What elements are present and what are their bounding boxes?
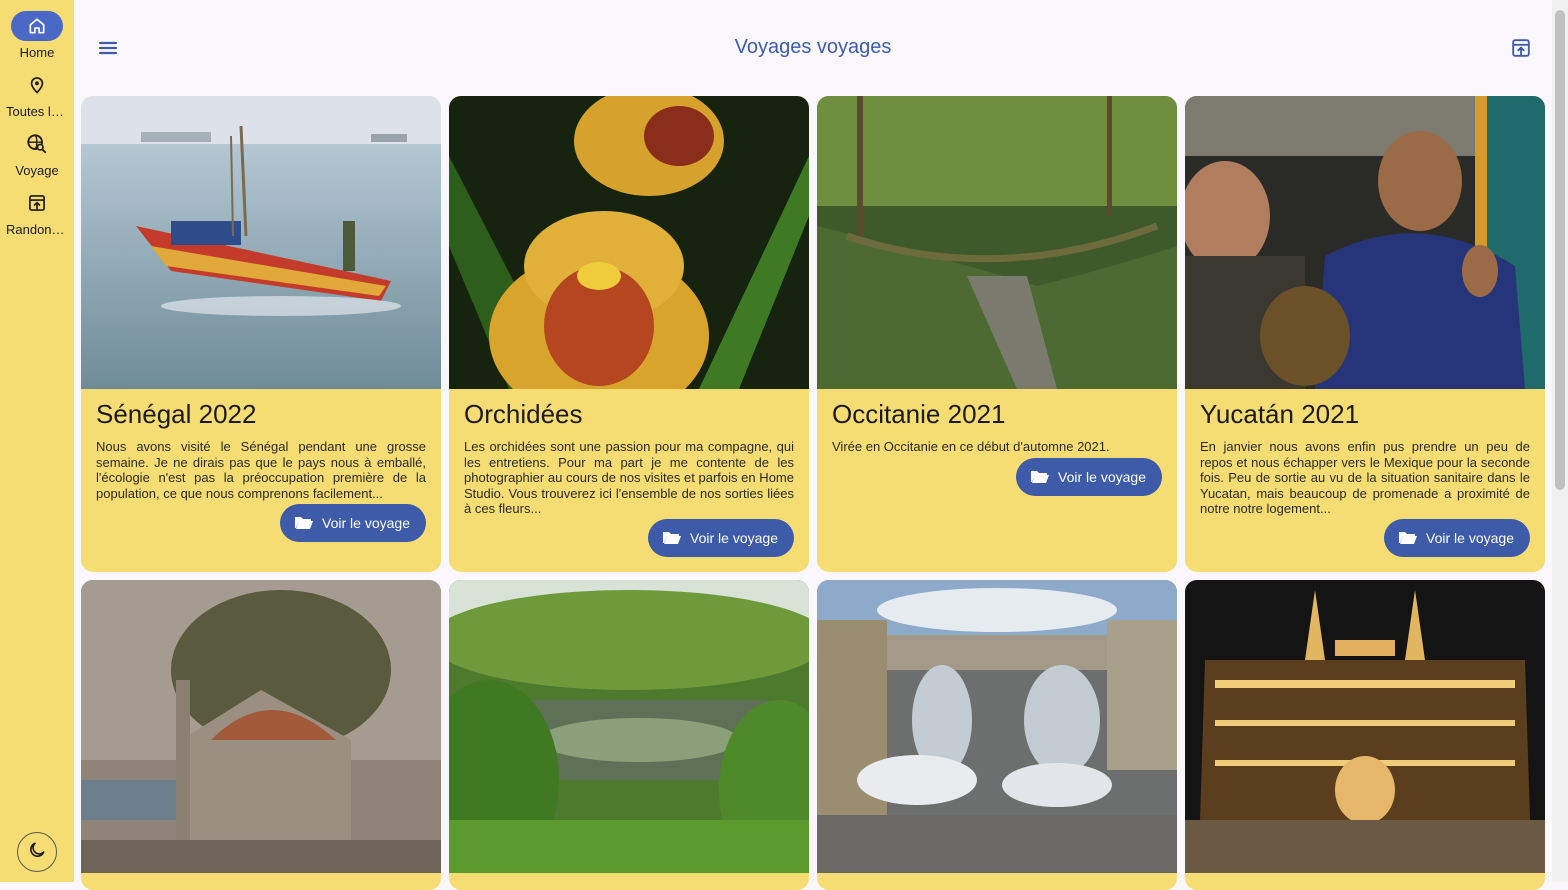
theme-toggle-button[interactable] — [17, 832, 57, 872]
folder-open-icon — [1030, 468, 1050, 487]
nav-label-destinations: Toutes les destinations — [6, 104, 74, 119]
scrollbar-thumb[interactable] — [1555, 10, 1565, 490]
view-trip-button[interactable]: Voir le voyage — [1384, 519, 1530, 557]
chapel-photo — [81, 580, 441, 873]
export-button[interactable] — [1510, 37, 1532, 59]
map-pin-icon — [11, 70, 63, 100]
view-trip-label: Voir le voyage — [322, 515, 410, 531]
nav-item-destinations[interactable]: Toutes les destinations — [0, 70, 74, 119]
card-title: Sénégal 2022 — [96, 399, 257, 429]
trip-card-chapel[interactable] — [81, 580, 441, 890]
card-title: Yucatán 2021 — [1200, 399, 1360, 429]
moscow-photo — [1185, 580, 1545, 873]
trip-card-moscow[interactable] — [1185, 580, 1545, 890]
nav-item-randonnees[interactable]: Randonnées — [0, 188, 74, 237]
folder-open-icon — [1398, 529, 1418, 548]
occitanie-photo — [817, 96, 1177, 389]
harbour-photo — [817, 580, 1177, 873]
card-description: Les orchidées sont une passion pour ma c… — [464, 439, 794, 517]
folder-open-icon — [294, 514, 314, 533]
trip-card-senegal: Sénégal 2022 Nous avons visité le Sénéga… — [81, 96, 441, 572]
view-trip-label: Voir le voyage — [1058, 469, 1146, 485]
nav-label-voyage: Voyage — [15, 163, 59, 178]
page-scrollbar[interactable] — [1552, 0, 1568, 882]
page-title: Voyages voyages — [734, 36, 892, 58]
view-trip-button[interactable]: Voir le voyage — [1016, 458, 1162, 496]
export-icon — [1510, 39, 1532, 63]
trip-card-yucatan: Yucatán 2021 En janvier nous avons enfin… — [1185, 96, 1545, 572]
card-description: Nous avons visité le Sénégal pendant une… — [96, 439, 426, 501]
top-app-bar: Voyages voyages — [74, 0, 1552, 96]
view-trip-button[interactable]: Voir le voyage — [280, 504, 426, 542]
globe-search-icon — [11, 129, 63, 159]
pond-photo — [449, 580, 809, 873]
orchid-photo — [449, 96, 809, 389]
nav-label-home: Home — [19, 45, 55, 60]
card-description: Virée en Occitanie en ce début d'automne… — [832, 439, 1110, 455]
navigation-rail: Home Toutes les destinations Voyage Rand… — [0, 0, 74, 882]
export-icon — [11, 188, 63, 218]
trip-card-occitanie: Occitanie 2021 Virée en Occitanie en ce … — [817, 96, 1177, 572]
folder-open-icon — [662, 529, 682, 548]
card-title: Orchidées — [464, 399, 583, 429]
card-title: Occitanie 2021 — [832, 399, 1006, 429]
view-trip-button[interactable]: Voir le voyage — [648, 519, 794, 557]
nav-item-home[interactable]: Home — [0, 11, 74, 60]
moon-icon — [27, 840, 47, 865]
view-trip-label: Voir le voyage — [690, 530, 778, 546]
card-description: En janvier nous avons enfin pus prendre … — [1200, 439, 1530, 517]
home-icon — [11, 11, 63, 41]
yucatan-photo — [1185, 96, 1545, 389]
nav-label-randonnees: Randonnées — [6, 222, 74, 237]
trip-card-orchidees: Orchidées Les orchidées sont une passion… — [449, 96, 809, 572]
trip-card-pond[interactable] — [449, 580, 809, 890]
nav-item-voyage[interactable]: Voyage — [0, 129, 74, 178]
trip-card-harbour[interactable] — [817, 580, 1177, 890]
senegal-photo — [81, 96, 441, 389]
view-trip-label: Voir le voyage — [1426, 530, 1514, 546]
